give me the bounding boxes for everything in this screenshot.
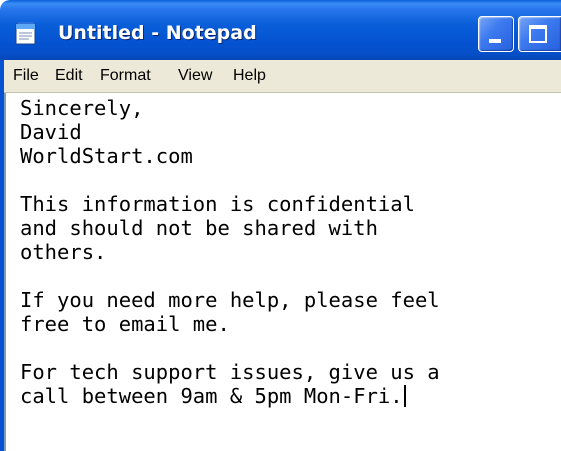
notepad-window: Untitled - Notepad File Edit Format View… — [0, 0, 561, 451]
text-line: and should not be shared with — [20, 216, 378, 240]
text-line: If you need more help, please feel — [20, 288, 440, 312]
menu-help[interactable]: Help — [233, 67, 266, 85]
menu-view[interactable]: View — [178, 67, 212, 85]
menu-format[interactable]: Format — [100, 67, 151, 85]
window-title: Untitled - Notepad — [58, 22, 257, 44]
menu-bar: File Edit Format View Help — [0, 60, 561, 93]
text-editor-area[interactable]: Sincerely, David WorldStart.com This inf… — [4, 93, 561, 451]
text-line: For tech support issues, give us a — [20, 360, 440, 384]
text-line: WorldStart.com — [20, 144, 193, 168]
notepad-icon — [15, 22, 36, 45]
text-line: others. — [20, 240, 107, 264]
maximize-icon — [529, 25, 547, 43]
menu-file[interactable]: File — [13, 67, 39, 85]
text-line-content: call between 9am & 5pm Mon-Fri. — [20, 384, 403, 408]
menu-edit[interactable]: Edit — [55, 67, 83, 85]
title-bar[interactable]: Untitled - Notepad — [0, 0, 561, 60]
text-caret — [403, 385, 406, 407]
text-line: Sincerely, — [20, 96, 144, 120]
minimize-icon — [489, 39, 501, 43]
text-line: This information is confidential — [20, 192, 415, 216]
text-line: free to email me. — [20, 312, 230, 336]
minimize-button[interactable] — [478, 16, 514, 52]
text-line-last: call between 9am & 5pm Mon-Fri. — [20, 384, 406, 408]
maximize-button[interactable] — [518, 16, 561, 52]
text-line: David — [20, 120, 82, 144]
